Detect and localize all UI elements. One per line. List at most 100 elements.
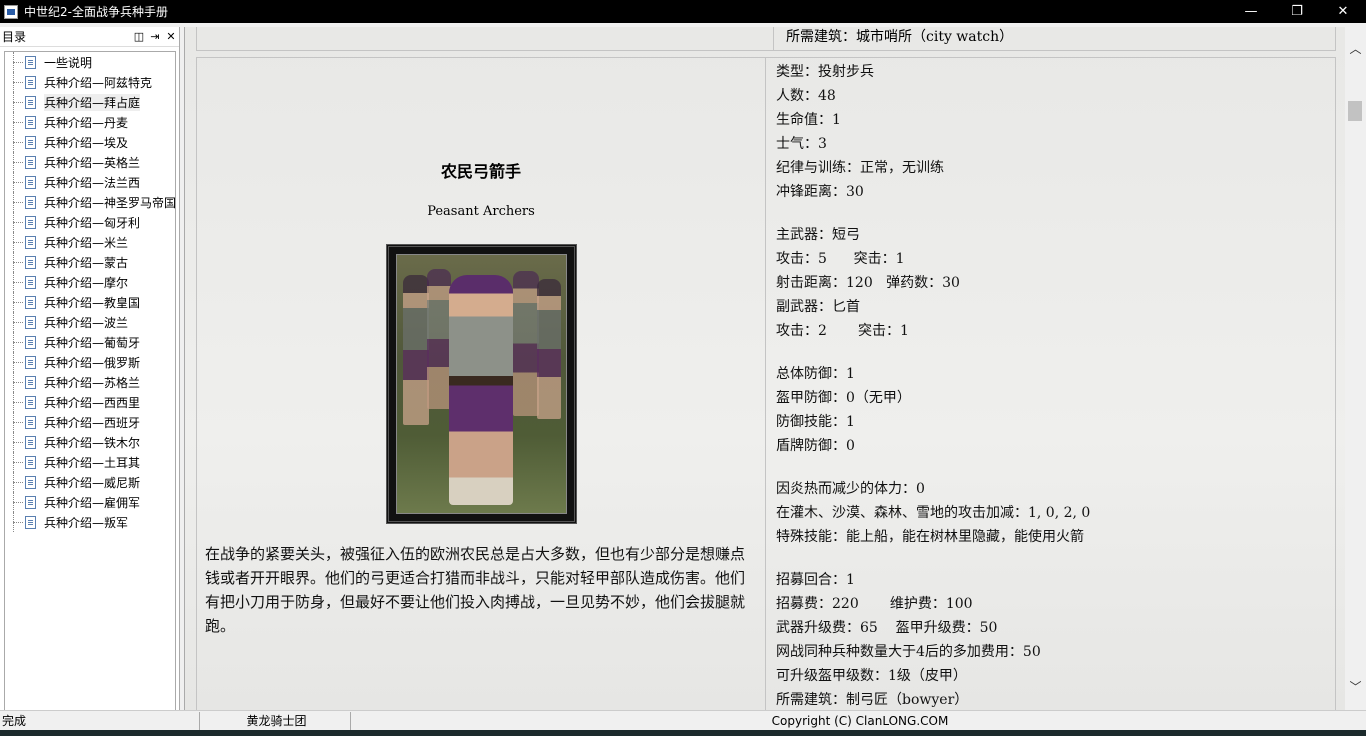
toc-item[interactable]: 兵种介绍—教皇国 (5, 292, 175, 312)
toc-item-label: 兵种介绍—米兰 (44, 235, 129, 250)
stat-line: 可升级盔甲级数：1级（皮甲） (776, 668, 967, 684)
toc-item[interactable]: 兵种介绍—西西里 (5, 392, 175, 412)
status-bar: 完成 黄龙骑士团 Copyright (C) ClanLONG.COM (0, 710, 1366, 730)
document-icon (25, 455, 36, 469)
stat-line: 纪律与训练：正常，无训练 (776, 160, 944, 176)
required-building-prev: 所需建筑：城市哨所（city watch） (773, 27, 1013, 51)
stat-line: 生命值：1 (776, 112, 841, 128)
toc-item-label: 兵种介绍—埃及 (44, 135, 129, 150)
toc-item[interactable]: 兵种介绍—西班牙 (5, 412, 175, 432)
stat-line: 士气：3 (776, 136, 827, 152)
toc-item-label: 兵种介绍—波兰 (44, 315, 129, 330)
stat-line: 在灌木、沙漠、森林、雪地的攻击加减：1, 0, 2, 0 (776, 505, 1091, 521)
toc-item[interactable]: 兵种介绍—阿兹特克 (5, 72, 175, 92)
toc-panel: 目录 ◫ ⇥ ✕ 一些说明 兵种介绍—阿兹特克 兵种介绍—拜占庭 兵种介绍—丹麦 兵种介… (0, 27, 180, 732)
stat-spacer (776, 458, 1337, 477)
toc-item[interactable]: 一些说明 (5, 52, 175, 72)
unit-stats-cell: 类型：投射步兵 人数：48 生命值：1 士气：3 纪律与训练：正常，无训练 冲锋距离：30… (765, 58, 1337, 710)
document-icon (25, 375, 36, 389)
stat-line: 武器升级费：65 盔甲升级费：50 (776, 620, 998, 636)
stat-line: 招募费：220 维护费：100 (776, 596, 973, 612)
toc-item-label: 兵种介绍—俄罗斯 (44, 355, 141, 370)
stat-line: 主武器：短弓 (776, 227, 860, 243)
document-icon (25, 155, 36, 169)
toc-item[interactable]: 兵种介绍—英格兰 (5, 152, 175, 172)
stat-line: 冲锋距离：30 (776, 184, 864, 200)
stat-line: 盾牌防御：0 (776, 438, 855, 454)
document-icon (25, 275, 36, 289)
toc-item-label: 兵种介绍—西西里 (44, 395, 141, 410)
toc-item[interactable]: 兵种介绍—叛军 (5, 512, 175, 532)
toc-item[interactable]: 兵种介绍—法兰西 (5, 172, 175, 192)
status-copyright: Copyright (C) ClanLONG.COM (771, 714, 949, 728)
unit-info-cell: 农民弓箭手 Peasant Archers 在战争的紧要关头，被强征入伍的欧洲农… (197, 58, 765, 710)
toc-pin-icon[interactable]: ⇥ (147, 30, 163, 43)
toc-item[interactable]: 兵种介绍—葡萄牙 (5, 332, 175, 352)
status-text: 完成 (0, 712, 200, 730)
toc-close-icon[interactable]: ✕ (163, 30, 179, 43)
stat-line: 攻击：5 突击：1 (776, 251, 905, 267)
toc-item[interactable]: 兵种介绍—拜占庭 (5, 92, 175, 112)
toc-item[interactable]: 兵种介绍—土耳其 (5, 452, 175, 472)
stat-spacer (776, 549, 1337, 568)
document-icon (25, 295, 36, 309)
toc-item[interactable]: 兵种介绍—埃及 (5, 132, 175, 152)
toc-item-label: 兵种介绍—丹麦 (44, 115, 129, 130)
toc-item[interactable]: 兵种介绍—丹麦 (5, 112, 175, 132)
stat-line: 网战同种兵种数量大于4后的多加费用：50 (776, 644, 1041, 660)
document-icon (25, 175, 36, 189)
toc-item[interactable]: 兵种介绍—铁木尔 (5, 432, 175, 452)
document-icon (25, 515, 36, 529)
toc-item[interactable]: 兵种介绍—米兰 (5, 232, 175, 252)
toc-item[interactable]: 兵种介绍—苏格兰 (5, 372, 175, 392)
document-icon (25, 235, 36, 249)
stat-line: 防御技能：1 (776, 414, 855, 430)
document-icon (25, 215, 36, 229)
document-icon (25, 335, 36, 349)
document-icon (25, 55, 36, 69)
scroll-up-icon[interactable]: ︿ (1345, 39, 1366, 59)
minimize-button[interactable]: — (1228, 0, 1274, 23)
toc-item[interactable]: 兵种介绍—俄罗斯 (5, 352, 175, 372)
close-button[interactable]: ✕ (1320, 0, 1366, 23)
toc-tree: 一些说明 兵种介绍—阿兹特克 兵种介绍—拜占庭 兵种介绍—丹麦 兵种介绍—埃及 兵种介绍—… (4, 51, 176, 711)
toc-item-label: 兵种介绍—法兰西 (44, 175, 141, 190)
toc-item-label: 兵种介绍—苏格兰 (44, 375, 141, 390)
toc-item-label: 兵种介绍—阿兹特克 (44, 75, 153, 90)
stat-line: 副武器：匕首 (776, 299, 860, 315)
document-icon (25, 115, 36, 129)
stat-line: 招募回合：1 (776, 572, 855, 588)
stat-line: 人数：48 (776, 88, 836, 104)
app-icon (4, 4, 18, 19)
stat-line: 盔甲防御：0（无甲） (776, 390, 911, 406)
stat-line: 总体防御：1 (776, 366, 855, 382)
toc-item-label: 兵种介绍—叛军 (44, 515, 129, 530)
content-area: 所需建筑：城市哨所（city watch） 农民弓箭手 Peasant Arch… (184, 27, 1345, 710)
document-icon (25, 495, 36, 509)
toc-title: 目录 (2, 30, 27, 44)
unit-table-row: 农民弓箭手 Peasant Archers 在战争的紧要关头，被强征入伍的欧洲农… (196, 57, 1336, 710)
unit-portrait (386, 244, 577, 524)
stat-line: 因炎热而减少的体力：0 (776, 481, 925, 497)
stat-line: 所需建筑：制弓匠（bowyer） (776, 692, 969, 708)
toc-item-label: 兵种介绍—教皇国 (44, 295, 141, 310)
toc-item[interactable]: 兵种介绍—匈牙利 (5, 212, 175, 232)
toc-item[interactable]: 兵种介绍—波兰 (5, 312, 175, 332)
scroll-thumb[interactable] (1348, 101, 1362, 121)
toc-item[interactable]: 兵种介绍—神圣罗马帝国 (5, 192, 175, 212)
toc-float-icon[interactable]: ◫ (131, 30, 147, 43)
unit-name-cn: 农民弓箭手 (440, 162, 521, 181)
document-icon (25, 255, 36, 269)
restore-button[interactable]: ❐ (1274, 0, 1320, 23)
toc-item[interactable]: 兵种介绍—威尼斯 (5, 472, 175, 492)
toc-item-label: 兵种介绍—匈牙利 (44, 215, 141, 230)
toc-item[interactable]: 兵种介绍—雇佣军 (5, 492, 175, 512)
content-vertical-scrollbar[interactable]: ︿ ﹀ (1345, 27, 1366, 710)
toc-item-label: 兵种介绍—铁木尔 (44, 435, 141, 450)
document-icon (25, 415, 36, 429)
toc-header: 目录 ◫ ⇥ ✕ (0, 27, 179, 47)
scroll-down-icon[interactable]: ﹀ (1345, 677, 1366, 697)
toc-item[interactable]: 兵种介绍—摩尔 (5, 272, 175, 292)
toc-item[interactable]: 兵种介绍—蒙古 (5, 252, 175, 272)
status-author: 黄龙骑士团 (203, 712, 351, 730)
